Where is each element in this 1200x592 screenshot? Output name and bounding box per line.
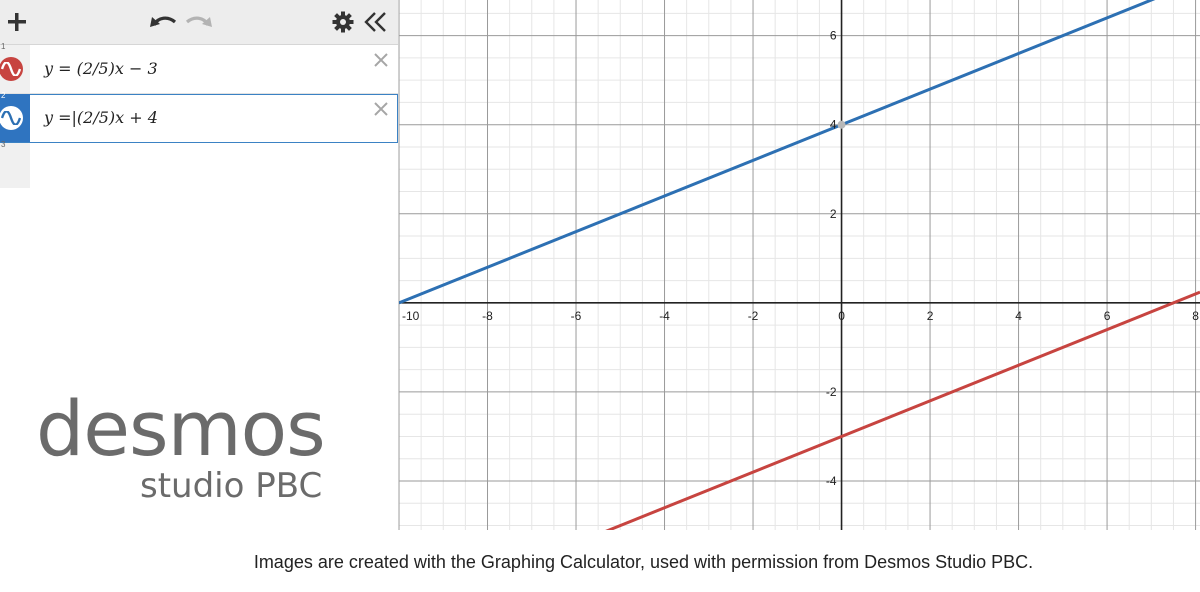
y-tick-label: -2 (826, 385, 837, 399)
y-tick-label: 4 (830, 118, 837, 132)
x-tick-label: -10 (402, 309, 420, 323)
collapse-panel-button[interactable] (358, 6, 394, 38)
expression-input[interactable]: y =|(2/5)x + 4 (44, 108, 158, 127)
series-line-1 (605, 290, 1200, 530)
expression-tab[interactable]: 1 (0, 42, 30, 93)
y-tick-label: -4 (826, 474, 837, 488)
logo-wordmark: desmos (36, 384, 326, 473)
add-item-button[interactable] (0, 4, 34, 40)
double-chevron-left-icon (364, 12, 386, 32)
expression-input[interactable]: y = (2/5)x − 3 (44, 59, 158, 78)
major-gridlines (399, 0, 1200, 530)
x-tick-label: 0 (838, 309, 845, 323)
graphing-calculator: 1 y = (2/5)x − 3 2 y =|(2/5)x + 4 3 desm… (0, 0, 1200, 530)
x-tick-label: -8 (482, 309, 493, 323)
expression-tab[interactable]: 2 (0, 91, 30, 142)
expression-toolbar (0, 0, 398, 45)
delete-expression-button[interactable] (372, 51, 390, 69)
graph-toggle-icon[interactable] (0, 57, 23, 81)
expression-number: 1 (1, 42, 6, 51)
image-credit-caption: Images are created with the Graphing Cal… (253, 552, 1034, 572)
undo-icon (150, 16, 177, 27)
close-icon (374, 102, 388, 116)
plus-icon (8, 13, 26, 31)
expression-row-3[interactable]: 3 (0, 140, 30, 188)
x-tick-label: -6 (571, 309, 582, 323)
undo-button[interactable] (146, 8, 180, 36)
expression-panel: 1 y = (2/5)x − 3 2 y =|(2/5)x + 4 3 desm… (0, 0, 399, 530)
axes (399, 0, 1200, 530)
redo-button[interactable] (182, 8, 216, 36)
expression-number: 2 (1, 91, 6, 100)
graph-canvas[interactable]: -10 -8 -6 -4 -2 0 2 4 6 8 6 4 2 -2 -4 (399, 0, 1200, 530)
minor-gridlines (399, 0, 1200, 530)
logo-subtitle: studio PBC (140, 466, 323, 506)
delete-expression-button[interactable] (372, 100, 390, 118)
settings-button[interactable] (328, 6, 358, 38)
y-tick-label: 6 (830, 29, 837, 43)
expression-row-2[interactable]: 2 y =|(2/5)x + 4 (0, 91, 398, 143)
redo-icon (185, 16, 212, 27)
graph-toggle-icon[interactable] (0, 106, 23, 130)
x-tick-label: 2 (927, 309, 934, 323)
x-tick-label: -4 (659, 309, 670, 323)
expression-list: 1 y = (2/5)x − 3 2 y =|(2/5)x + 4 3 (0, 42, 398, 188)
plotted-series (399, 0, 1200, 530)
y-intercept-point (837, 120, 846, 129)
series-line-2 (399, 0, 1156, 305)
x-tick-label: 4 (1015, 309, 1022, 323)
x-tick-label: 8 (1192, 309, 1199, 323)
desmos-logo: desmos studio PBC (36, 386, 356, 516)
x-tick-label: 6 (1104, 309, 1111, 323)
y-tick-label: 2 (830, 207, 837, 221)
expression-number: 3 (1, 140, 6, 149)
close-icon (374, 53, 388, 67)
expression-row-1[interactable]: 1 y = (2/5)x − 3 (0, 42, 398, 94)
gear-icon (332, 11, 354, 33)
x-tick-label: -2 (748, 309, 759, 323)
